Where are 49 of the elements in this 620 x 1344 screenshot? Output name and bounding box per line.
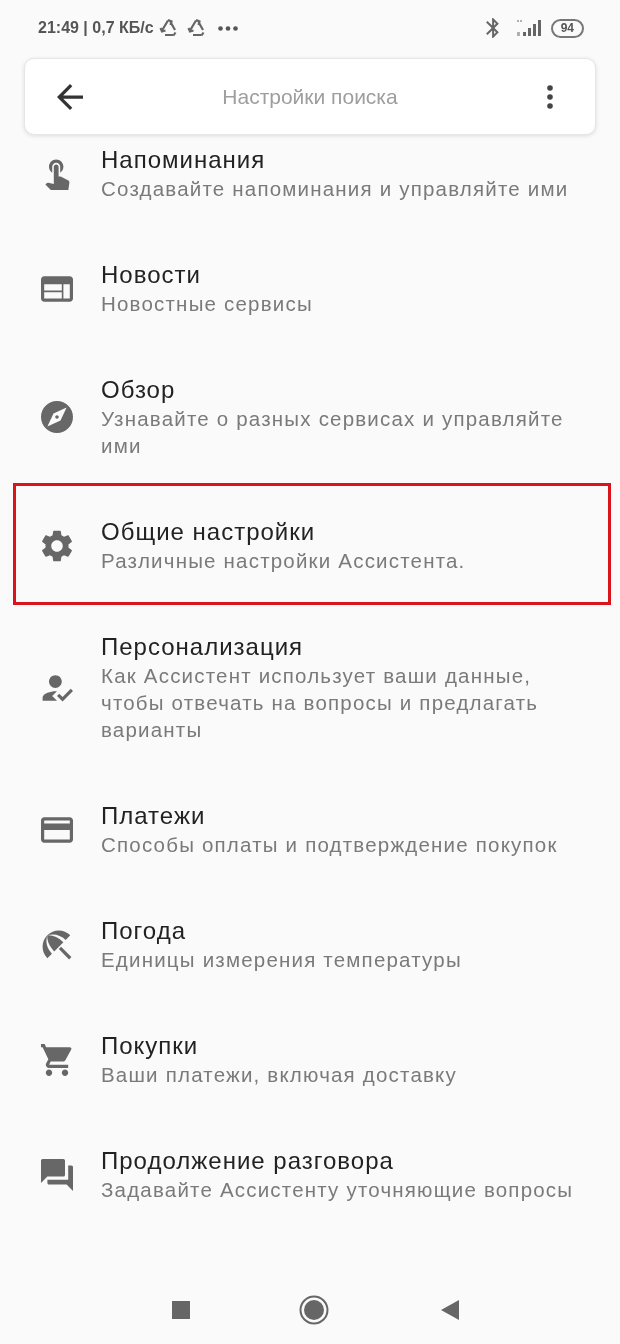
- settings-item[interactable]: Обзор Узнавайте о разных сервисах и управляйте ими: [0, 346, 620, 488]
- signal-icon: [516, 19, 541, 37]
- settings-item[interactable]: Новости Новостные сервисы: [0, 231, 620, 346]
- settings-item-description: Единицы измерения температуры: [101, 947, 463, 973]
- settings-item[interactable]: Погода Единицы измерения температуры: [0, 887, 620, 1002]
- home-button[interactable]: [299, 1295, 329, 1325]
- recents-button[interactable]: [170, 1299, 192, 1321]
- settings-item-description: Создавайте напоминания и управляйте ими: [101, 176, 570, 202]
- toolbar-title: Настройки поиска: [222, 83, 398, 110]
- settings-item-description: Задавайте Ассистенту уточняющие вопросы: [101, 1177, 575, 1203]
- battery-level: 94: [550, 18, 584, 38]
- back-button[interactable]: [55, 81, 85, 112]
- compass-icon: [41, 401, 73, 433]
- settings-item-title: Обзор: [101, 375, 176, 405]
- settings-item[interactable]: Платежи Способы оплаты и подтверждение покупок: [0, 772, 620, 887]
- recycle-icon: [185, 18, 206, 38]
- settings-item-title: Погода: [101, 916, 186, 946]
- settings-item-title: Общие настройки: [101, 517, 316, 547]
- settings-item[interactable]: Напоминания Создавайте напоминания и управляйте ими: [0, 137, 620, 231]
- settings-item-title: Платежи: [101, 801, 206, 831]
- settings-item-description: Ваши платежи, включая доставку: [101, 1062, 458, 1088]
- settings-item-title: Персонализация: [101, 632, 304, 662]
- settings-item[interactable]: Покупки Ваши платежи, включая доставку: [0, 1002, 620, 1117]
- more-dots-icon: [217, 25, 238, 31]
- chat-bubbles-icon: [41, 1158, 73, 1191]
- settings-item-title: Продолжение разговора: [101, 1146, 394, 1176]
- triangle-icon: [441, 1300, 459, 1320]
- settings-item[interactable]: Продолжение разговора Задавайте Ассистенту уточняющие вопросы: [0, 1117, 620, 1232]
- settings-item-description: Новостные сервисы: [101, 291, 314, 317]
- settings-item-title: Новости: [101, 260, 201, 290]
- settings-item[interactable]: Общие настройки Различные настройки Ассистента.: [0, 488, 620, 603]
- cart-icon: [41, 1043, 73, 1076]
- square-icon: [172, 1301, 190, 1319]
- settings-item[interactable]: Персонализация Как Ассистент использует ваши данные, чтобы отвечать на вопросы и предлагать варианты: [0, 603, 620, 772]
- more-vertical-icon: [547, 84, 553, 109]
- bluetooth-icon: [485, 18, 499, 38]
- recycle-icon: [157, 18, 178, 38]
- settings-item-description: Как Ассистент использует ваши данные, чтобы отвечать на вопросы и предлагать варианты: [101, 663, 540, 743]
- circle-icon: [299, 1295, 329, 1325]
- settings-item-description: Способы оплаты и подтверждение покупок: [101, 832, 559, 858]
- settings-item-title: Напоминания: [101, 145, 266, 175]
- status-time-speed: 21:49 | 0,7 КБ/с: [38, 18, 154, 38]
- settings-item-title: Покупки: [101, 1031, 199, 1061]
- back-nav-button[interactable]: [439, 1299, 461, 1321]
- back-arrow-icon: [57, 83, 83, 110]
- settings-icon: [41, 529, 73, 562]
- umbrella-icon: [41, 928, 73, 961]
- settings-item-description: Узнавайте о разных сервисах и управляйте ими: [101, 406, 565, 459]
- settings-item-description: Различные настройки Ассистента.: [101, 548, 467, 574]
